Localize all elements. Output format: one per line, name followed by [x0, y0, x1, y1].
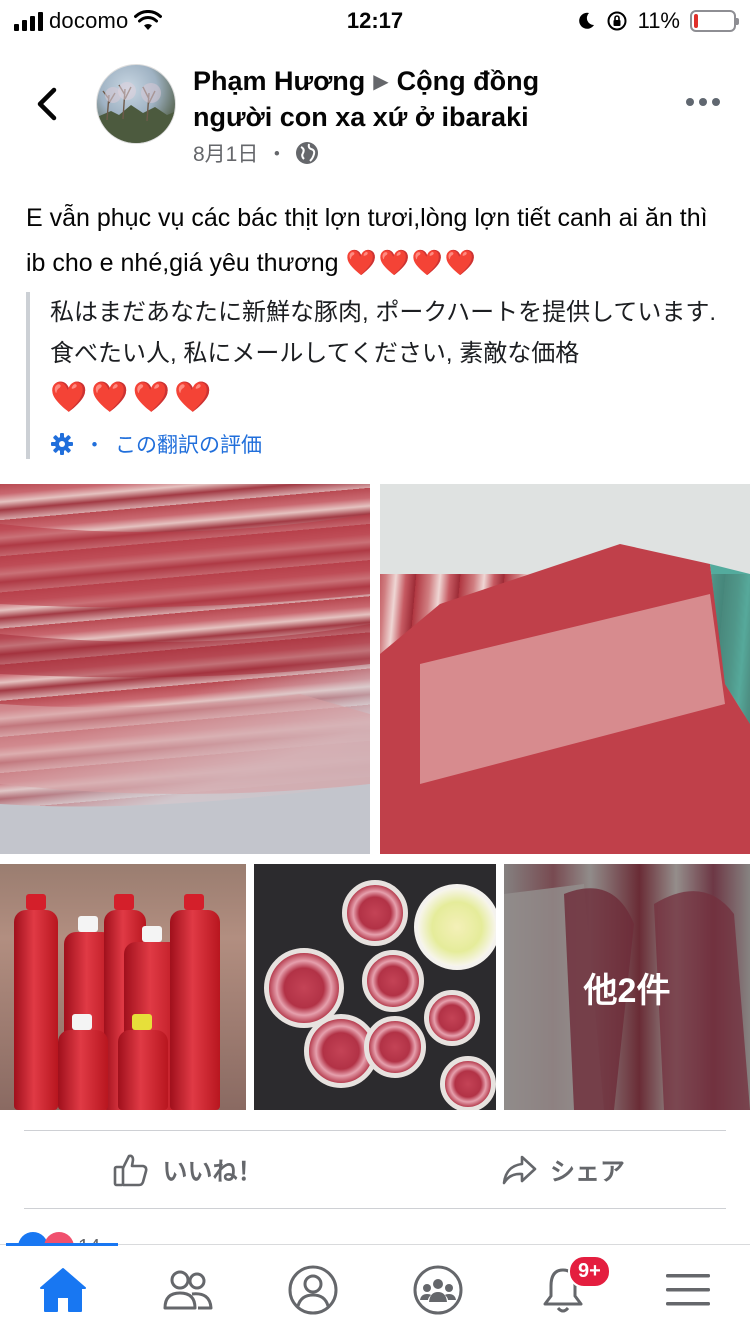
dot: [699, 98, 707, 106]
post-actions: いいね！ シェア: [0, 1132, 750, 1208]
battery-percent: 11%: [637, 8, 680, 33]
divider: [24, 1130, 726, 1131]
profile-icon: [288, 1265, 337, 1314]
post-photo-2[interactable]: [380, 484, 750, 854]
more-photos-overlay[interactable]: 他2件: [504, 864, 750, 1110]
divider: [24, 1208, 726, 1209]
share-arrow-icon: [502, 1155, 537, 1185]
dot: [712, 98, 720, 106]
post-message: E vẫn phục vụ các bác thịt lợn tươi,lòng…: [26, 196, 726, 286]
avatar-image: [97, 82, 175, 143]
tab-menu[interactable]: [625, 1245, 750, 1334]
groups-icon: [413, 1265, 462, 1314]
hamburger-menu-icon: [665, 1273, 710, 1305]
post-photo-3[interactable]: [0, 864, 246, 1110]
pork-carcass-image: [0, 514, 370, 854]
battery-level: [694, 14, 698, 28]
battery-icon: [690, 10, 739, 32]
share-button[interactable]: シェア: [375, 1132, 750, 1208]
like-button[interactable]: いいね！: [0, 1132, 375, 1208]
friends-icon: [163, 1270, 212, 1309]
post-photo-4[interactable]: [254, 864, 496, 1110]
rate-translation-label: この翻訳の評価: [115, 434, 262, 457]
blood-pudding-bowls-image: [254, 864, 496, 1110]
home-icon: [39, 1267, 86, 1312]
post-header: Phạm Hương ▶ Cộng đồng người con xa xứ ở i…: [0, 62, 750, 172]
translation-hearts: ❤️❤️❤️❤️: [50, 381, 216, 414]
more-photos-count: 他2件: [583, 971, 671, 1010]
tab-groups[interactable]: [375, 1245, 500, 1334]
rate-translation-link[interactable]: ・ この翻訳の評価: [50, 429, 726, 459]
arrow-right-icon: ▶: [373, 71, 389, 93]
status-right: 11%: [576, 8, 739, 34]
back-button[interactable]: [30, 84, 66, 124]
post-photo-5[interactable]: 他2件: [504, 864, 750, 1110]
translation-block: 私はまだあなたに新鮮な豚肉, ポークハートを提供しています. 食べたい人, 私に…: [26, 292, 726, 459]
tab-friends[interactable]: [125, 1245, 250, 1334]
orientation-lock-icon: [607, 11, 627, 31]
author-avatar[interactable]: [96, 64, 176, 144]
globe-icon: [296, 142, 319, 164]
post-meta: 8月1日 ・: [193, 138, 319, 168]
more-options-button[interactable]: [686, 98, 720, 106]
like-label: いいね！: [162, 1158, 263, 1186]
dot: [686, 98, 694, 106]
thumbs-up-icon: [114, 1154, 148, 1187]
notifications-badge: 9+: [568, 1255, 611, 1288]
tab-home[interactable]: [0, 1245, 125, 1334]
tab-notifications[interactable]: 9+: [500, 1245, 625, 1334]
status-bar: docomo 12:17 11%: [0, 0, 750, 40]
rate-separator: ・: [84, 434, 105, 457]
translation-text: 私はまだあなたに新鮮な豚肉, ポークハートを提供しています. 食べたい人, 私に…: [50, 299, 717, 367]
post-date[interactable]: 8月1日: [193, 138, 258, 168]
post-photo-1[interactable]: [0, 484, 370, 854]
blood-bottles-image: [0, 864, 246, 1110]
post-author-group: Phạm Hương ▶ Cộng đồng người con xa xứ ở i…: [193, 64, 613, 135]
bottom-tab-bar: 9+: [0, 1243, 750, 1334]
meta-separator: ・: [266, 143, 288, 166]
heart-emojis: ❤️❤️❤️❤️: [345, 249, 478, 277]
author-name[interactable]: Phạm Hương: [193, 66, 365, 96]
share-label: シェア: [549, 1158, 625, 1186]
do-not-disturb-icon: [578, 12, 594, 29]
gear-icon: [51, 433, 73, 455]
pork-ribs-image: [380, 484, 750, 854]
tab-profile[interactable]: [250, 1245, 375, 1334]
